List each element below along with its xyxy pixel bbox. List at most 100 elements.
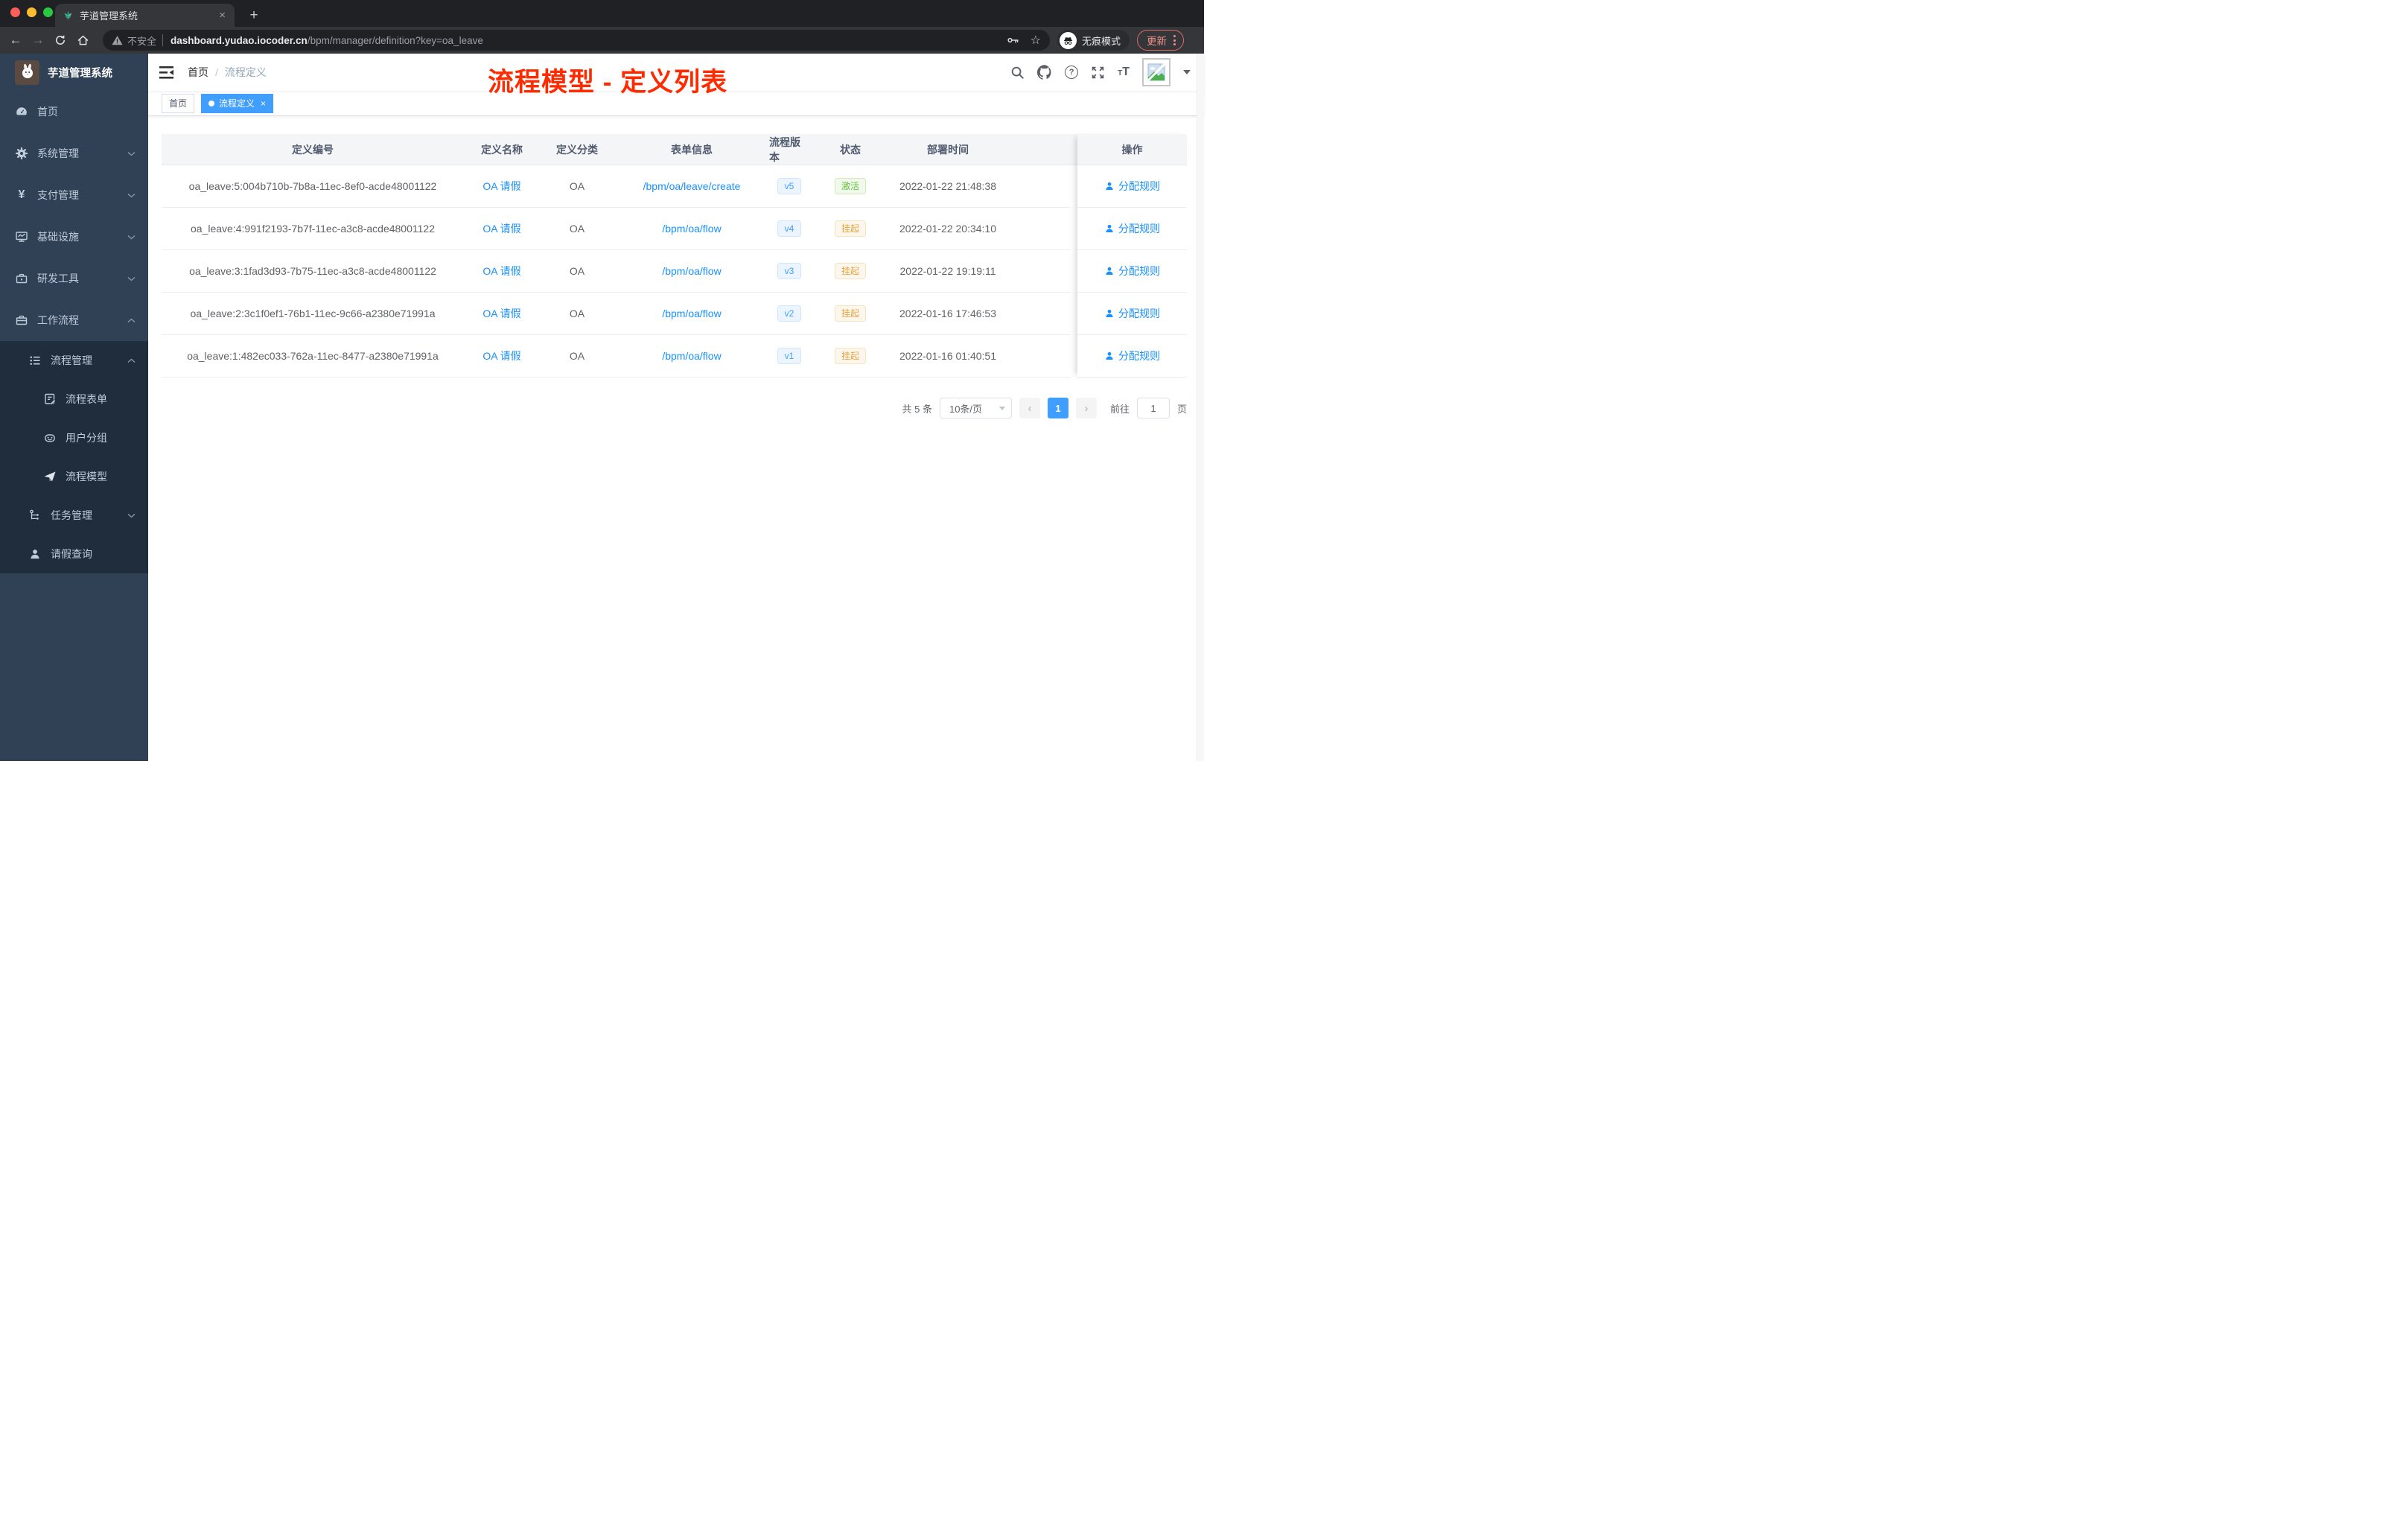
update-label: 更新	[1147, 36, 1168, 47]
bookmark-star-icon[interactable]: ☆	[1031, 33, 1041, 48]
cell-definition-id: oa_leave:1:482ec033-762a-11ec-8477-a2380…	[162, 335, 464, 378]
chevron-up-icon	[127, 318, 136, 323]
tag-process-definition[interactable]: 流程定义 ×	[201, 93, 274, 113]
monitor-icon	[15, 230, 28, 243]
column-header: 状态	[840, 144, 861, 156]
tag-close-icon[interactable]: ×	[261, 98, 266, 109]
reload-icon[interactable]	[49, 34, 71, 46]
document-edit-icon	[43, 392, 57, 406]
sidebar-item-process-management[interactable]: 流程管理	[0, 341, 148, 380]
broken-image-icon	[1147, 63, 1166, 82]
definition-name-link[interactable]: OA 请假	[482, 348, 520, 363]
assign-rule-link[interactable]: 分配规则	[1104, 221, 1160, 236]
forward-icon[interactable]: →	[27, 33, 49, 48]
person-icon	[1106, 351, 1113, 360]
help-icon[interactable]: ?	[1065, 66, 1079, 79]
sidebar-item-infrastructure[interactable]: 基础设施	[0, 216, 148, 258]
form-link[interactable]: /bpm/oa/flow	[662, 265, 721, 277]
github-icon[interactable]	[1037, 65, 1052, 80]
sidebar-item-devtools[interactable]: 研发工具	[0, 258, 148, 299]
browser-chrome: 芋道管理系统 × + ← → 不安全 dashboard.yudao.iocod…	[0, 0, 1204, 54]
navbar-actions: ? TT	[1010, 58, 1204, 86]
sidebar-item-process-form[interactable]: 流程表单	[0, 380, 148, 418]
home-icon[interactable]	[71, 34, 94, 47]
sidebar-item-user-group[interactable]: 用户分组	[0, 418, 148, 457]
form-link[interactable]: /bpm/oa/flow	[662, 350, 721, 362]
chevron-down-icon	[127, 235, 136, 240]
assign-rule-link[interactable]: 分配规则	[1104, 264, 1160, 278]
cell-category: OA	[540, 250, 614, 293]
gear-icon	[15, 147, 28, 160]
person-icon	[28, 547, 42, 561]
org-flow-icon	[28, 509, 42, 522]
cell-deploy-time: 2022-01-22 19:19:11	[891, 250, 1004, 293]
not-secure-warning-icon	[112, 36, 123, 45]
url-bar[interactable]: 不安全 dashboard.yudao.iocoder.cn/bpm/manag…	[103, 30, 1050, 51]
sidebar-logo[interactable]: 芋道管理系统	[0, 54, 148, 91]
sidebar-item-leave-query[interactable]: 请假查询	[0, 535, 148, 573]
window-zoom-button[interactable]	[43, 7, 53, 17]
prev-page-button[interactable]: ‹	[1019, 398, 1040, 418]
form-link[interactable]: /bpm/oa/flow	[662, 308, 721, 319]
sidebar-item-label: 系统管理	[37, 147, 79, 159]
sidebar-item-home[interactable]: 首页	[0, 91, 148, 133]
breadcrumb-home[interactable]: 首页	[188, 65, 208, 80]
window-minimize-button[interactable]	[27, 7, 36, 17]
sidebar-item-process-model[interactable]: 流程模型	[0, 457, 148, 496]
person-icon	[1106, 182, 1113, 190]
sidebar-item-workflow[interactable]: 工作流程	[0, 299, 148, 341]
assign-rule-link[interactable]: 分配规则	[1104, 348, 1160, 363]
sidebar-item-label: 流程模型	[66, 471, 107, 483]
page-size-select[interactable]: 10条/页	[939, 398, 1012, 418]
fullscreen-icon[interactable]	[1091, 66, 1105, 80]
avatar-caret-icon[interactable]	[1183, 70, 1191, 74]
definition-name-link[interactable]: OA 请假	[482, 179, 520, 194]
url-domain: dashboard.yudao.iocoder.cn	[171, 34, 308, 46]
cell-category: OA	[540, 208, 614, 250]
next-page-button[interactable]: ›	[1075, 398, 1097, 418]
page-scrollbar[interactable]	[1197, 54, 1204, 761]
column-header-spacer	[1004, 134, 1071, 165]
form-link[interactable]: /bpm/oa/leave/create	[643, 180, 741, 192]
goto-page-input[interactable]	[1136, 398, 1170, 418]
back-icon[interactable]: ←	[4, 33, 27, 48]
window-close-button[interactable]	[10, 7, 20, 17]
status-badge: 挂起	[834, 263, 866, 279]
sidebar-item-label: 流程管理	[51, 354, 92, 366]
font-size-icon[interactable]: TT	[1118, 66, 1130, 79]
sidebar-item-label: 流程表单	[66, 393, 107, 405]
definition-name-link[interactable]: OA 请假	[482, 221, 520, 236]
password-key-icon[interactable]	[1007, 34, 1020, 47]
browser-update-button[interactable]: 更新	[1137, 30, 1185, 51]
sidebar-item-label: 请假查询	[51, 548, 92, 560]
tab-close-icon[interactable]: ×	[217, 9, 227, 22]
column-header: 定义分类	[556, 144, 598, 156]
status-badge: 挂起	[834, 305, 866, 322]
version-badge: v4	[777, 220, 802, 237]
new-tab-button[interactable]: +	[244, 6, 264, 25]
sidebar-item-system[interactable]: 系统管理	[0, 133, 148, 174]
form-link[interactable]: /bpm/oa/flow	[662, 223, 721, 235]
cell-spacer	[1004, 335, 1071, 378]
breadcrumb: 首页 / 流程定义	[188, 65, 267, 80]
cell-spacer	[1004, 165, 1071, 208]
cell-deploy-time: 2022-01-16 17:46:53	[891, 293, 1004, 335]
sidebar-collapse-icon[interactable]	[159, 66, 174, 79]
page-1-button[interactable]: 1	[1047, 398, 1068, 418]
browser-menu-icon[interactable]	[1173, 35, 1176, 45]
definition-name-link[interactable]: OA 请假	[482, 306, 520, 321]
tag-home[interactable]: 首页	[162, 93, 195, 113]
security-label: 不安全	[127, 35, 157, 47]
pagination: 共 5 条 10条/页 ‹ 1 › 前往 页	[902, 398, 1187, 418]
avatar[interactable]	[1142, 58, 1170, 86]
sidebar-item-label: 首页	[37, 106, 58, 118]
definition-name-link[interactable]: OA 请假	[482, 264, 520, 278]
sidebar-item-task-management[interactable]: 任务管理	[0, 496, 148, 535]
assign-rule-link[interactable]: 分配规则	[1104, 179, 1160, 194]
main-panel: 首页 / 流程定义 ? T T 流程模型 - 定义列表 首页 流程定义 × 定义…	[148, 54, 1204, 761]
search-icon[interactable]	[1010, 66, 1025, 80]
sidebar-item-payment[interactable]: ¥ 支付管理	[0, 174, 148, 216]
fixed-action-column: 操作 分配规则 分配规则 分配规则 分配规则 分配规则	[1077, 134, 1187, 378]
browser-tab[interactable]: 芋道管理系统 ×	[55, 4, 235, 27]
assign-rule-link[interactable]: 分配规则	[1104, 306, 1160, 321]
